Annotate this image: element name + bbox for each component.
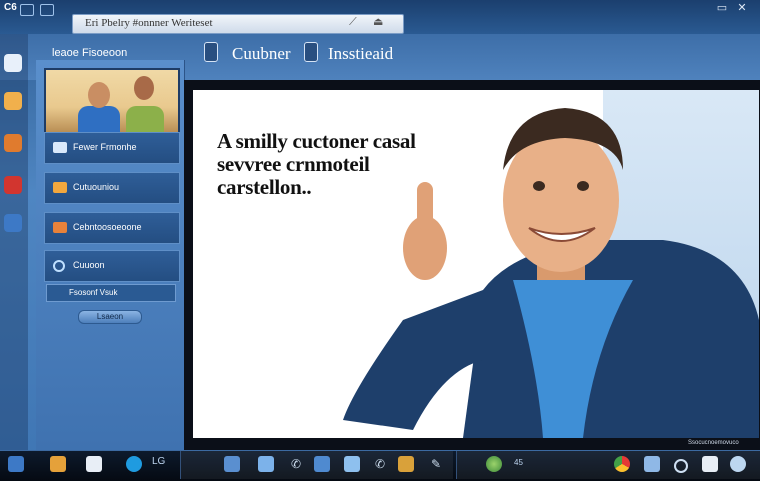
- smiling-man-illustration: [343, 108, 759, 438]
- skype-icon[interactable]: [86, 456, 102, 472]
- sidebar-item-2[interactable]: Cutuouniou: [44, 172, 180, 204]
- chart-icon: [53, 222, 67, 233]
- monitor-icon[interactable]: [20, 4, 34, 16]
- chrome-icon[interactable]: [614, 456, 630, 472]
- phone-icon[interactable]: [204, 42, 218, 62]
- taskbar-label: LG: [152, 456, 166, 467]
- person-figure-left: [78, 106, 120, 132]
- app-icon[interactable]: [4, 214, 22, 232]
- flame-icon[interactable]: [4, 176, 22, 194]
- folder-icon[interactable]: [4, 92, 22, 110]
- selected-row[interactable]: Fsosonf Vsuk: [46, 284, 176, 302]
- clock-icon[interactable]: [674, 459, 688, 473]
- mail-icon[interactable]: [4, 134, 22, 152]
- slide-canvas[interactable]: A smilly cuctoner casal sevvree crnmotei…: [193, 90, 759, 438]
- browser-icon[interactable]: [126, 456, 142, 472]
- panel-button[interactable]: Lsaeon: [78, 310, 142, 324]
- app-logo: C6: [4, 2, 17, 13]
- sidebar-item-label: Cebntoosoeoone: [73, 222, 142, 232]
- phone-icon[interactable]: ✆: [288, 456, 304, 472]
- person-head-right: [134, 76, 154, 100]
- tool-icon[interactable]: ✎: [428, 456, 444, 472]
- eject-icon[interactable]: ⏏: [373, 15, 383, 28]
- person-figure-right: [126, 106, 164, 132]
- dialer-icon[interactable]: ✆: [372, 456, 388, 472]
- sidebar-item-label: Cutuouniou: [73, 182, 120, 192]
- person-head-left: [88, 82, 110, 108]
- header-label-left: Cuubner: [232, 44, 291, 63]
- image-icon[interactable]: [344, 456, 360, 472]
- sidebar-item-label: Cuuoon: [73, 260, 105, 270]
- folder-icon: [53, 182, 67, 193]
- globe-icon[interactable]: [486, 456, 502, 472]
- sidebar-item-3[interactable]: Cebntoosoeoone: [44, 212, 180, 244]
- selected-row-label: Fsosonf Vsuk: [69, 288, 118, 297]
- globe-icon: [53, 260, 65, 272]
- viewer-caption: Ssocucnoemovuco: [688, 440, 739, 446]
- monitor-icon[interactable]: [644, 456, 660, 472]
- minimize-icon[interactable]: ▭: [716, 2, 728, 14]
- info-icon: [53, 142, 67, 153]
- window-title: Eri Pbelry #onnner Weriteset: [85, 17, 213, 29]
- pin-icon[interactable]: ⟋: [349, 16, 357, 29]
- folder-icon[interactable]: [398, 456, 414, 472]
- sidebar-item-4[interactable]: Cuuoon: [44, 250, 180, 282]
- sidebar-title: leaoe Fisoeoon: [52, 47, 128, 59]
- close-icon[interactable]: ✕: [736, 2, 748, 14]
- webcam-thumbnail[interactable]: [44, 68, 180, 134]
- taskbar-label-2: 45: [514, 458, 523, 467]
- printer-icon[interactable]: [702, 456, 718, 472]
- start-icon[interactable]: [8, 456, 24, 472]
- monitor-icon[interactable]: [258, 456, 274, 472]
- document-icon[interactable]: [314, 456, 330, 472]
- window-icon[interactable]: [224, 456, 240, 472]
- window-icon[interactable]: [40, 4, 54, 16]
- desktop-icon-strip: [0, 34, 28, 450]
- sidebar-item-label: Fewer Frmonhe: [73, 142, 137, 152]
- title-field[interactable]: Eri Pbelry #onnner Weriteset ⟋ ⏏: [72, 14, 404, 34]
- folder-icon[interactable]: [50, 456, 66, 472]
- header-label-right: Insstieaid: [328, 44, 394, 63]
- chat-icon[interactable]: [730, 456, 746, 472]
- sidebar-item-1[interactable]: Fewer Frmonhe: [44, 132, 180, 164]
- document-icon[interactable]: [4, 54, 22, 72]
- phone-icon[interactable]: [304, 42, 318, 62]
